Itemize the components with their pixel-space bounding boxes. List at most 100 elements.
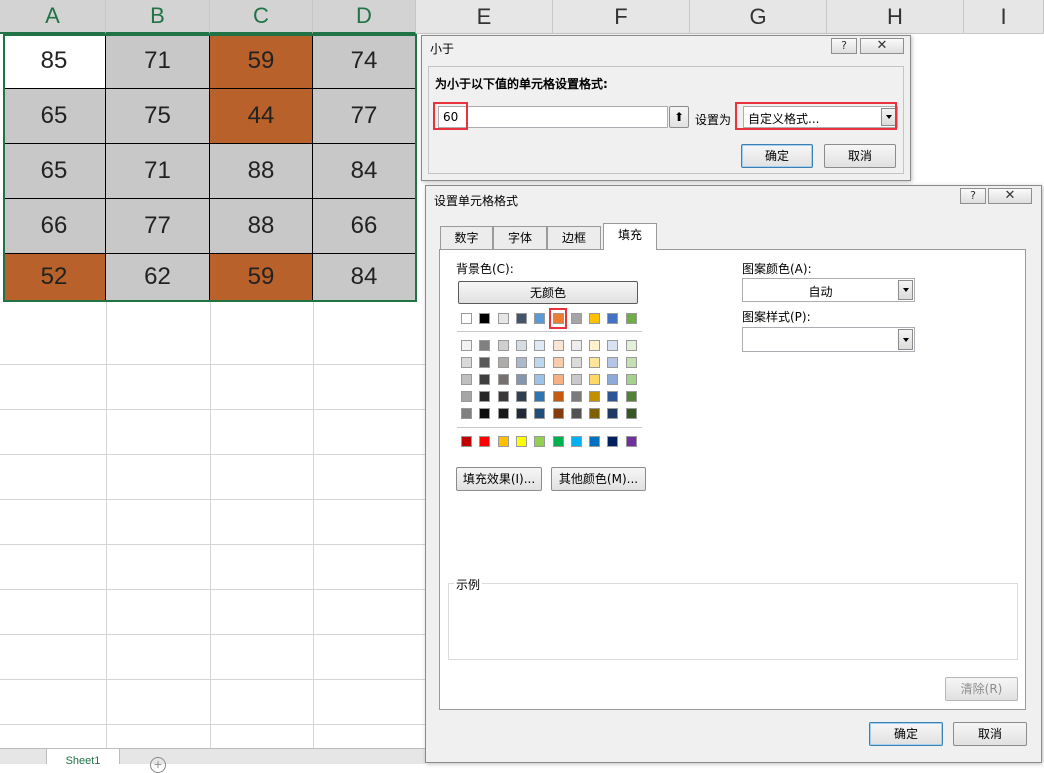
color-swatch-theme[interactable]	[626, 313, 637, 324]
color-swatch-shade[interactable]	[516, 340, 527, 351]
clear-button[interactable]: 清除(R)	[945, 677, 1018, 701]
cancel-button[interactable]: 取消	[953, 722, 1027, 746]
fill-effects-button[interactable]: 填充效果(I)...	[456, 467, 542, 491]
color-swatch-theme[interactable]	[571, 313, 582, 324]
color-swatch-shade[interactable]	[479, 408, 490, 419]
cell-b3[interactable]: 71	[106, 144, 210, 199]
color-swatch-theme[interactable]	[589, 313, 600, 324]
color-swatch-shade[interactable]	[589, 391, 600, 402]
cell-c2[interactable]: 44	[210, 89, 313, 144]
color-swatch-shade[interactable]	[479, 357, 490, 368]
color-swatch-standard[interactable]	[626, 436, 637, 447]
color-swatch-standard[interactable]	[553, 436, 564, 447]
color-swatch-shade[interactable]	[553, 408, 564, 419]
cell-d3[interactable]: 84	[313, 144, 416, 199]
color-swatch-theme[interactable]	[479, 313, 490, 324]
color-swatch-shade[interactable]	[626, 391, 637, 402]
cell-b4[interactable]: 77	[106, 199, 210, 254]
color-swatch-shade[interactable]	[626, 357, 637, 368]
cell-d1[interactable]: 74	[313, 34, 416, 89]
color-swatch-standard[interactable]	[607, 436, 618, 447]
column-header-f[interactable]: F	[553, 0, 690, 34]
color-swatch-standard[interactable]	[479, 436, 490, 447]
color-swatch-theme[interactable]	[607, 313, 618, 324]
color-swatch-shade[interactable]	[626, 374, 637, 385]
color-swatch-shade[interactable]	[553, 374, 564, 385]
color-swatch-shade[interactable]	[461, 408, 472, 419]
color-swatch-shade[interactable]	[553, 357, 564, 368]
color-swatch-shade[interactable]	[589, 374, 600, 385]
chevron-down-icon[interactable]	[898, 280, 913, 300]
color-swatch-shade[interactable]	[498, 340, 509, 351]
collapse-arrow-icon[interactable]: ⬆	[669, 106, 689, 128]
pattern-color-select[interactable]: 自动	[742, 278, 915, 302]
color-swatch-standard[interactable]	[571, 436, 582, 447]
color-swatch-shade[interactable]	[534, 357, 545, 368]
column-header-a[interactable]: A	[0, 0, 106, 34]
cell-a2[interactable]: 65	[3, 89, 106, 144]
color-swatch-theme[interactable]	[498, 313, 509, 324]
color-swatch-shade[interactable]	[607, 357, 618, 368]
close-icon[interactable]: ✕	[860, 38, 904, 54]
color-swatch-shade[interactable]	[589, 357, 600, 368]
color-swatch-standard[interactable]	[498, 436, 509, 447]
color-swatch-shade[interactable]	[571, 391, 582, 402]
more-colors-button[interactable]: 其他颜色(M)...	[551, 467, 646, 491]
color-swatch-shade[interactable]	[534, 391, 545, 402]
color-swatch-shade[interactable]	[479, 374, 490, 385]
column-header-g[interactable]: G	[690, 0, 827, 34]
color-swatch-shade[interactable]	[498, 374, 509, 385]
cell-a3[interactable]: 65	[3, 144, 106, 199]
tab-border[interactable]: 边框	[547, 226, 601, 249]
color-swatch-shade[interactable]	[553, 391, 564, 402]
color-swatch-standard[interactable]	[461, 436, 472, 447]
cell-c1[interactable]: 59	[210, 34, 313, 89]
cell-b5[interactable]: 62	[106, 254, 210, 301]
pattern-style-select[interactable]	[742, 327, 915, 352]
color-swatch-shade[interactable]	[534, 408, 545, 419]
color-swatch-shade[interactable]	[571, 357, 582, 368]
sheet-tab-sheet1[interactable]: Sheet1	[46, 749, 120, 764]
color-swatch-theme[interactable]	[461, 313, 472, 324]
color-swatch-shade[interactable]	[461, 340, 472, 351]
cell-b1[interactable]: 71	[106, 34, 210, 89]
cell-a1[interactable]: 85	[3, 34, 106, 89]
color-swatch-shade[interactable]	[516, 391, 527, 402]
color-swatch-shade[interactable]	[461, 357, 472, 368]
close-icon[interactable]: ✕	[988, 188, 1032, 204]
color-swatch-shade[interactable]	[571, 340, 582, 351]
cell-b2[interactable]: 75	[106, 89, 210, 144]
help-icon[interactable]: ?	[960, 188, 986, 204]
color-swatch-shade[interactable]	[516, 374, 527, 385]
color-swatch-shade[interactable]	[607, 374, 618, 385]
color-swatch-shade[interactable]	[534, 340, 545, 351]
color-swatch-shade[interactable]	[571, 408, 582, 419]
column-header-d[interactable]: D	[313, 0, 416, 34]
color-swatch-shade[interactable]	[607, 408, 618, 419]
color-swatch-shade[interactable]	[461, 391, 472, 402]
column-header-h[interactable]: H	[827, 0, 964, 34]
color-swatch-theme[interactable]	[516, 313, 527, 324]
color-swatch-standard[interactable]	[589, 436, 600, 447]
color-swatch-standard[interactable]	[516, 436, 527, 447]
no-color-button[interactable]: 无颜色	[458, 281, 638, 304]
cell-c3[interactable]: 88	[210, 144, 313, 199]
color-swatch-shade[interactable]	[607, 340, 618, 351]
tab-font[interactable]: 字体	[493, 226, 547, 249]
cell-d2[interactable]: 77	[313, 89, 416, 144]
color-swatch-shade[interactable]	[626, 408, 637, 419]
color-swatch-shade[interactable]	[589, 340, 600, 351]
column-header-e[interactable]: E	[416, 0, 553, 34]
cell-d4[interactable]: 66	[313, 199, 416, 254]
tab-fill[interactable]: 填充	[603, 223, 657, 250]
column-header-i[interactable]: I	[964, 0, 1044, 34]
tab-number[interactable]: 数字	[440, 226, 493, 249]
color-swatch-shade[interactable]	[498, 391, 509, 402]
color-swatch-shade[interactable]	[607, 391, 618, 402]
color-swatch-shade[interactable]	[516, 408, 527, 419]
color-swatch-shade[interactable]	[479, 391, 490, 402]
threshold-input[interactable]: 60	[438, 106, 668, 128]
cancel-button[interactable]: 取消	[824, 144, 896, 168]
plus-circle-icon[interactable]: +	[150, 757, 166, 773]
cell-a5[interactable]: 52	[3, 254, 106, 301]
